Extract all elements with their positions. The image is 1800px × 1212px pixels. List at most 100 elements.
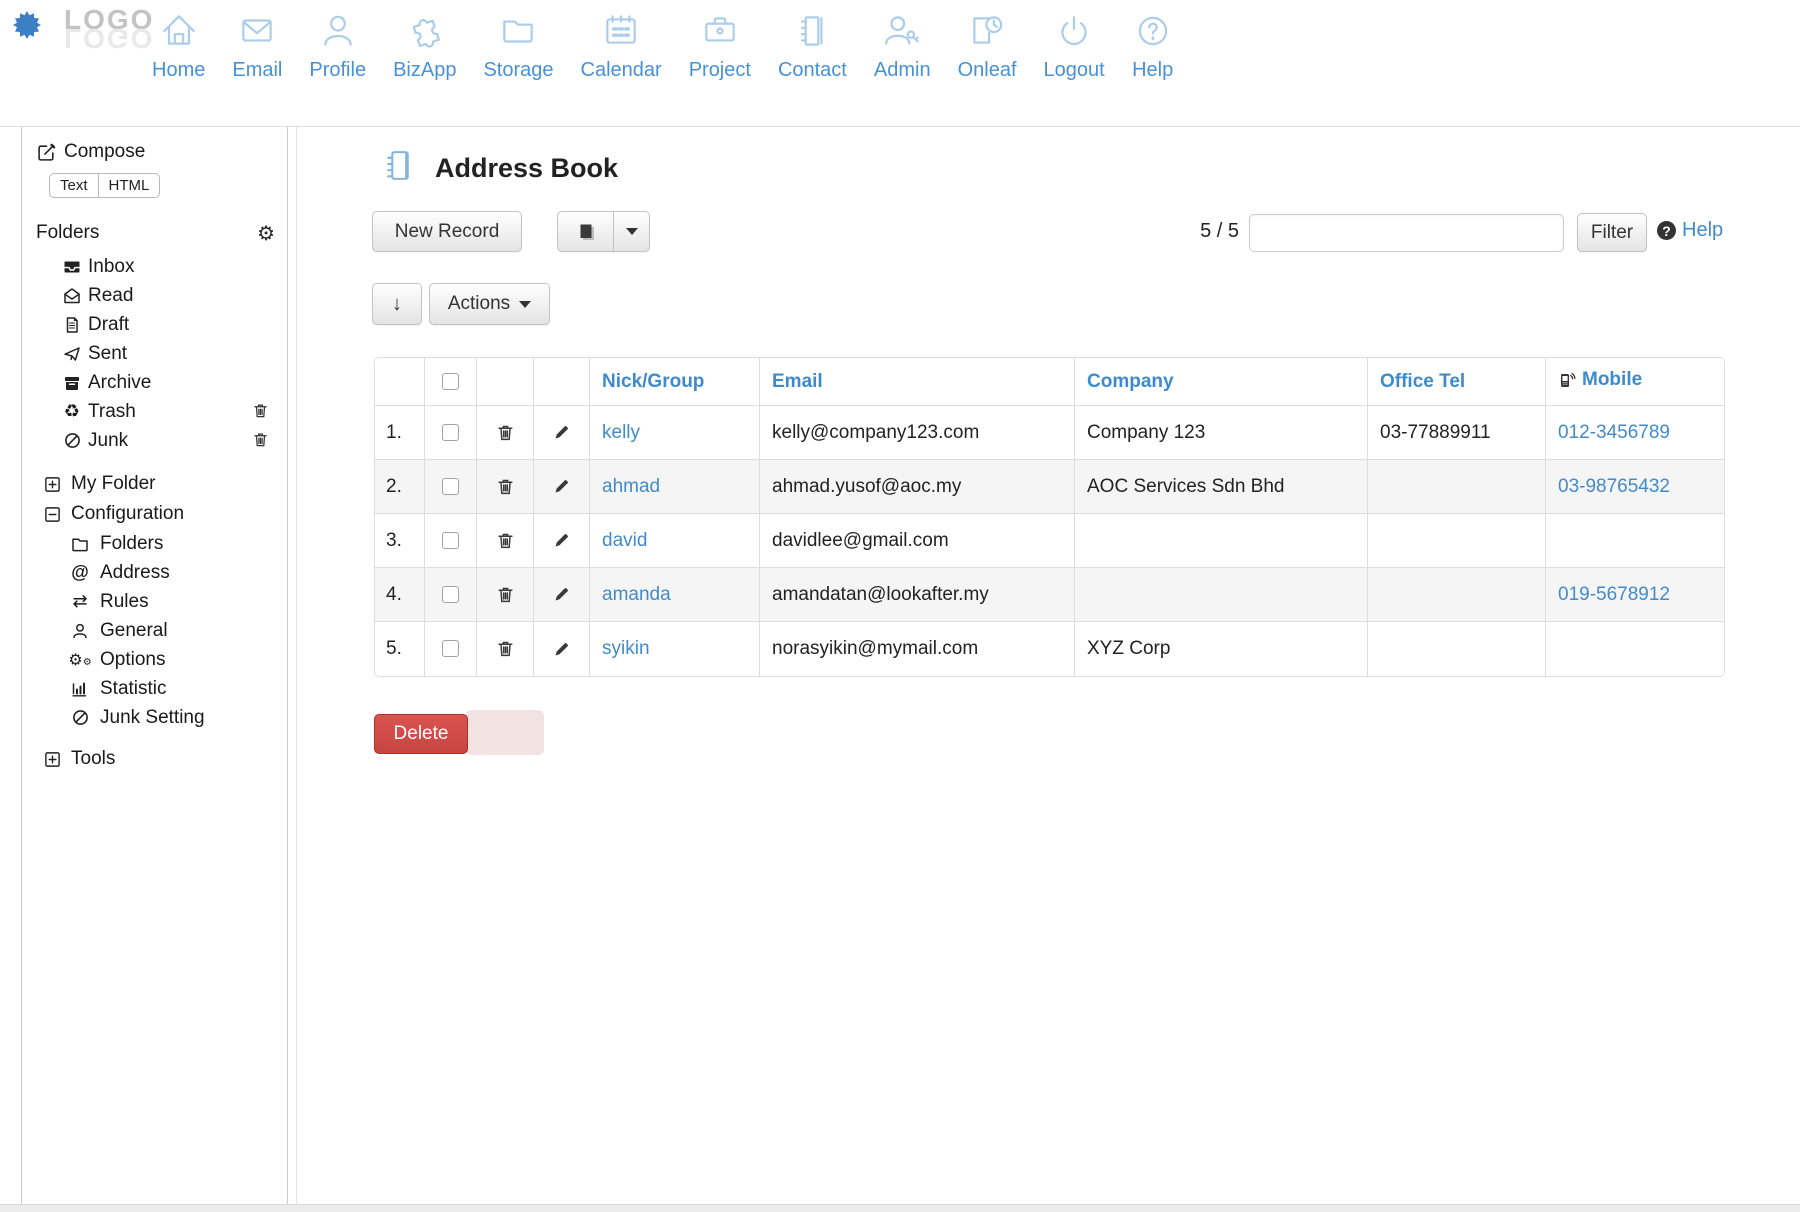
- header-nick-group[interactable]: Nick/Group: [590, 358, 760, 406]
- filter-button[interactable]: Filter: [1577, 213, 1647, 252]
- row-checkbox[interactable]: [442, 586, 459, 603]
- nav-label: Admin: [874, 59, 931, 82]
- compose-html-button[interactable]: HTML: [98, 173, 161, 198]
- sidebar-item-config-options[interactable]: ⚙⚙ Options: [36, 645, 279, 674]
- header-mobile[interactable]: Mobile: [1546, 358, 1724, 406]
- nav-item-bizapp[interactable]: BizApp: [393, 10, 456, 82]
- header-office-tel[interactable]: Office Tel: [1368, 358, 1546, 406]
- sidebar-item-config-rules[interactable]: ⇄ Rules: [36, 587, 279, 616]
- row-number: 1.: [375, 406, 425, 460]
- move-down-button[interactable]: ↓: [372, 283, 422, 325]
- sidebar-item-archive[interactable]: Archive: [36, 368, 279, 397]
- empty-junk-icon[interactable]: [252, 431, 269, 454]
- row-checkbox[interactable]: [442, 532, 459, 549]
- folders-settings-gear-icon[interactable]: ⚙: [257, 223, 275, 243]
- nav-item-onleaf[interactable]: Onleaf: [958, 10, 1017, 82]
- sidebar-item-config-junk-setting[interactable]: Junk Setting: [36, 703, 279, 732]
- nick-link[interactable]: syikin: [602, 638, 650, 659]
- bar-chart-icon: [70, 680, 90, 698]
- person-icon: [70, 622, 90, 640]
- compose-button[interactable]: Compose: [36, 141, 279, 163]
- delete-row-icon[interactable]: [496, 423, 515, 442]
- nav-item-help[interactable]: Help: [1132, 10, 1174, 82]
- pencil-icon: [553, 640, 571, 658]
- mobile-link[interactable]: 012-3456789: [1558, 422, 1670, 443]
- nav-item-project[interactable]: Project: [689, 10, 751, 82]
- sidebar-item-sent[interactable]: Sent: [36, 339, 279, 368]
- sidebar-item-config-address[interactable]: @ Address: [36, 558, 279, 587]
- row-checkbox[interactable]: [442, 640, 459, 657]
- sidebar-item-junk[interactable]: Junk: [36, 426, 279, 455]
- sidebar-item-configuration[interactable]: Configuration: [36, 499, 279, 529]
- delete-row-icon[interactable]: [496, 585, 515, 604]
- row-select-cell: [425, 622, 477, 676]
- new-record-button[interactable]: New Record: [372, 211, 522, 252]
- nav-item-email[interactable]: Email: [232, 10, 282, 82]
- puzzle-icon: [404, 10, 446, 57]
- sidebar-item-my-folder[interactable]: My Folder: [36, 469, 279, 499]
- row-checkbox[interactable]: [442, 424, 459, 441]
- nick-link[interactable]: ahmad: [602, 476, 660, 497]
- nick-link[interactable]: david: [602, 530, 647, 551]
- sidebar-item-inbox[interactable]: Inbox: [36, 252, 279, 281]
- nav-item-profile[interactable]: Profile: [309, 10, 366, 82]
- row-checkbox[interactable]: [442, 478, 459, 495]
- sidebar-item-trash[interactable]: ♻ Trash: [36, 397, 279, 426]
- sidebar-item-config-general[interactable]: General: [36, 616, 279, 645]
- pencil-icon: [553, 531, 571, 549]
- empty-trash-icon[interactable]: [252, 402, 269, 425]
- edit-row-icon[interactable]: [553, 531, 571, 549]
- trash-icon: [496, 531, 515, 550]
- sidebar-item-config-statistic[interactable]: Statistic: [36, 674, 279, 703]
- header-email[interactable]: Email: [760, 358, 1075, 406]
- block-icon: [70, 709, 90, 726]
- expand-plus-icon: [42, 751, 62, 768]
- horizontal-scrollbar[interactable]: [0, 1204, 1800, 1212]
- sidebar-item-config-folders[interactable]: Folders: [36, 529, 279, 558]
- sidebar-item-tools[interactable]: Tools: [36, 744, 279, 774]
- mobile-link[interactable]: 03-98765432: [1558, 476, 1670, 497]
- mobile-link[interactable]: 019-5678912: [1558, 584, 1670, 605]
- edit-row-icon[interactable]: [553, 423, 571, 441]
- edit-row-icon[interactable]: [553, 585, 571, 603]
- nav-item-contact[interactable]: Contact: [778, 10, 847, 82]
- delete-row-icon[interactable]: [496, 477, 515, 496]
- page-clock-icon: [966, 10, 1008, 57]
- header-company[interactable]: Company: [1075, 358, 1368, 406]
- nav-label: BizApp: [393, 59, 456, 82]
- compose-text-button[interactable]: Text: [49, 173, 99, 198]
- edit-row-icon[interactable]: [553, 477, 571, 495]
- help-link[interactable]: Help: [1682, 219, 1723, 242]
- nick-link[interactable]: kelly: [602, 422, 640, 443]
- nav-item-admin[interactable]: Admin: [874, 10, 931, 82]
- nick-cell: amanda: [590, 568, 760, 622]
- actions-dropdown-button[interactable]: Actions: [429, 283, 550, 325]
- nav-item-home[interactable]: Home: [152, 10, 205, 82]
- main-nav: Home Email Profile BizApp Storage Calend…: [152, 10, 1174, 82]
- select-all-checkbox[interactable]: [442, 373, 459, 390]
- compose-icon: [36, 143, 56, 162]
- nick-link[interactable]: amanda: [602, 584, 671, 605]
- address-book-view-button[interactable]: [557, 211, 614, 252]
- nav-item-calendar[interactable]: Calendar: [581, 10, 662, 82]
- sidebar-item-draft[interactable]: Draft: [36, 310, 279, 339]
- row-edit-cell: [534, 406, 590, 460]
- delete-row-icon[interactable]: [496, 531, 515, 550]
- nav-label: Profile: [309, 59, 366, 82]
- row-edit-cell: [534, 622, 590, 676]
- sidebar-item-read[interactable]: Read: [36, 281, 279, 310]
- delete-button[interactable]: Delete: [374, 714, 468, 754]
- edit-row-icon[interactable]: [553, 640, 571, 658]
- delete-row-icon[interactable]: [496, 639, 515, 658]
- nav-item-storage[interactable]: Storage: [483, 10, 553, 82]
- nav-item-logout[interactable]: Logout: [1044, 10, 1105, 82]
- recycle-icon: ♻: [62, 403, 82, 421]
- top-nav: LOGO LOGO Home Email Profile BizApp Stor…: [0, 0, 1800, 126]
- filter-input[interactable]: [1249, 214, 1564, 252]
- email-icon: [236, 10, 278, 57]
- block-icon: [62, 432, 82, 449]
- table-row: 2.ahmadahmad.yusof@aoc.myAOC Services Sd…: [375, 460, 1724, 514]
- open-envelope-icon: [62, 287, 82, 305]
- archive-icon: [62, 374, 82, 392]
- address-book-dropdown-button[interactable]: [613, 211, 650, 252]
